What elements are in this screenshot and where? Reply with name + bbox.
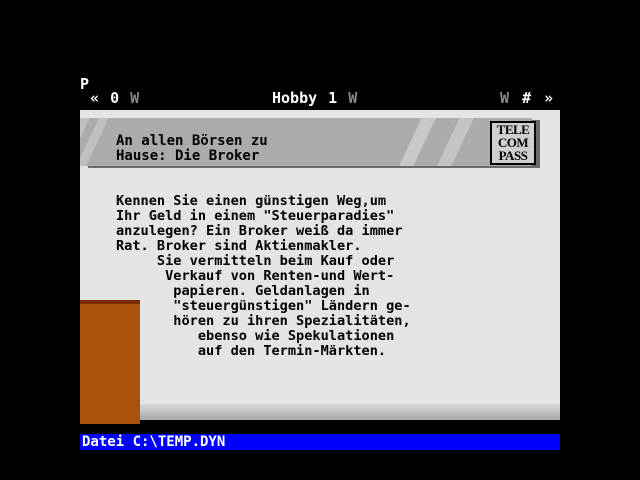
- prev-page-button[interactable]: «: [90, 89, 99, 107]
- nav-w-right: W: [500, 89, 510, 107]
- nav-w-title: W: [348, 89, 358, 107]
- status-bar: Datei C:\TEMP.DYN: [80, 434, 560, 450]
- headline-band: An allen Börsen zu Hause: Die Broker TEL…: [80, 118, 536, 166]
- article-body: Kennen Sie einen günstigen Weg,um Ihr Ge…: [116, 193, 411, 359]
- status-file-label: Datei C:\TEMP.DYN: [82, 434, 226, 450]
- panel-bottom-shade: [140, 404, 560, 420]
- nav-w-left: W: [130, 89, 140, 107]
- nav-bar: « 0 W Hobby 1 W W # »: [80, 88, 560, 108]
- decorative-block: [80, 300, 140, 424]
- page-title: Hobby 1: [272, 89, 338, 107]
- next-page-button[interactable]: »: [544, 89, 553, 107]
- content-panel: An allen Börsen zu Hause: Die Broker TEL…: [80, 110, 560, 424]
- nav-right: W # »: [500, 88, 553, 108]
- headline: An allen Börsen zu Hause: Die Broker: [116, 133, 268, 164]
- logo-line-3: PASS: [498, 148, 528, 163]
- nav-title-group: Hobby 1 W: [272, 88, 357, 108]
- nav-page-number: 0: [110, 89, 120, 107]
- nav-left: « 0 W: [90, 88, 139, 108]
- hash-button[interactable]: #: [522, 89, 531, 107]
- telecompass-logo: TELE COM PASS: [490, 121, 536, 165]
